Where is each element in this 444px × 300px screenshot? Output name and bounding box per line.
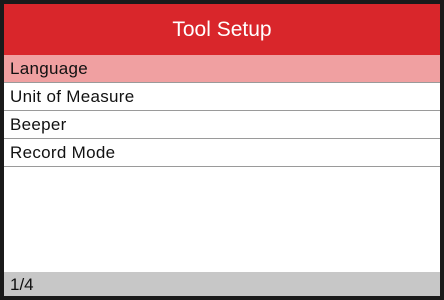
- menu-item-unit-of-measure[interactable]: Unit of Measure: [4, 83, 440, 111]
- menu-item-language[interactable]: Language: [4, 55, 440, 83]
- device-screen: Tool Setup Language Unit of Measure Beep…: [0, 0, 444, 300]
- menu-list: Language Unit of Measure Beeper Record M…: [4, 55, 440, 167]
- menu-item-record-mode[interactable]: Record Mode: [4, 139, 440, 167]
- title-bar: Tool Setup: [4, 4, 440, 55]
- status-bar: 1/4: [4, 272, 440, 296]
- page-title: Tool Setup: [172, 17, 272, 41]
- menu-item-beeper[interactable]: Beeper: [4, 111, 440, 139]
- page-indicator: 1/4: [10, 275, 34, 294]
